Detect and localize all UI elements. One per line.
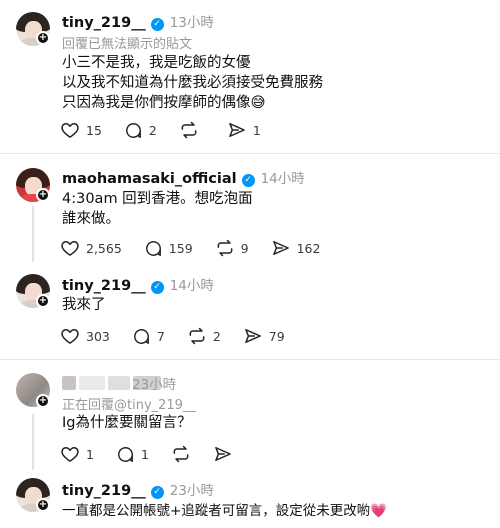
- like-count: 2,565: [86, 240, 122, 256]
- post-text: Ig為什麼要關留言？: [62, 415, 192, 431]
- heart-icon: [60, 120, 80, 140]
- username-text[interactable]: tiny_219__: [62, 483, 146, 499]
- comment-count: 7: [156, 328, 165, 344]
- share-button[interactable]: 162: [271, 238, 321, 258]
- heart-icon: [60, 444, 80, 464]
- repost-count: 2: [212, 328, 221, 344]
- thread-post: + tiny_219__ ✓ 13小時 回覆已無法顯示的貼文 小三不是我，我是吃飯的…: [0, 0, 500, 155]
- comment-button[interactable]: 2: [124, 121, 157, 140]
- comment-icon: [124, 121, 143, 140]
- timestamp: 23小時: [169, 483, 214, 499]
- thread-post: + tiny_219__ ✓ 23小時 一直都是公開帳號+追蹤者可留言，設定從未更改…: [0, 472, 500, 528]
- thread-line: [32, 414, 34, 470]
- repost-icon: [187, 326, 207, 346]
- repost-button[interactable]: [171, 444, 191, 464]
- reply-context: 正在回覆@tiny_219__: [62, 398, 196, 413]
- username[interactable]: tiny_219__ ✓ 23小時: [62, 479, 214, 499]
- comment-count: 159: [168, 240, 193, 256]
- comment-button[interactable]: 159: [144, 239, 193, 258]
- comment-button[interactable]: 7: [132, 327, 165, 346]
- share-button[interactable]: 1: [227, 120, 261, 140]
- heart-icon: [60, 326, 80, 346]
- timestamp: 13小時: [169, 15, 214, 31]
- username[interactable]: tiny_219__ ✓ 13小時: [62, 11, 214, 31]
- like-count: 303: [86, 328, 110, 344]
- post-actions: 303 7 2 79: [60, 326, 307, 346]
- username-text[interactable]: tiny_219__: [62, 15, 146, 31]
- post-text: 小三不是我，我是吃飯的女優 以及我不知道為什麼我必須接受免費服務 只因為我是你們…: [62, 55, 323, 111]
- plus-icon[interactable]: +: [36, 188, 50, 202]
- reply-context: 回覆已無法顯示的貼文: [62, 37, 193, 52]
- like-count: 15: [86, 122, 102, 138]
- verified-check-icon: ✓: [150, 486, 164, 499]
- send-icon: [243, 326, 263, 346]
- comment-count: 2: [148, 122, 157, 138]
- plus-icon[interactable]: +: [36, 294, 50, 308]
- comment-icon: [116, 445, 135, 464]
- post-text: 4:30am 回到香港。想吃泡面 誰來做。: [62, 191, 253, 227]
- verified-check-icon: ✓: [241, 174, 255, 187]
- plus-icon[interactable]: +: [36, 498, 50, 512]
- username-text[interactable]: tiny_219__: [62, 278, 146, 294]
- post-text: 一直都是公開帳號+追蹤者可留言，設定從未更改喲💗: [62, 503, 388, 519]
- thread-line: [32, 206, 34, 262]
- repost-icon: [179, 120, 199, 140]
- verified-check-icon: ✓: [150, 281, 164, 294]
- share-count: 1: [252, 122, 261, 138]
- username[interactable]: tiny_219__ ✓ 14小時: [62, 274, 214, 294]
- timestamp: 14小時: [260, 171, 305, 187]
- post-text: 我來了: [62, 297, 106, 313]
- share-count: 162: [296, 240, 321, 256]
- send-icon: [271, 238, 291, 258]
- verified-check-icon: ✓: [150, 18, 164, 31]
- repost-icon: [215, 238, 235, 258]
- comment-icon: [144, 239, 163, 258]
- timestamp: 23小時: [132, 377, 177, 393]
- plus-icon[interactable]: +: [36, 394, 50, 408]
- comment-count: 1: [140, 446, 149, 462]
- share-button[interactable]: 79: [243, 326, 285, 346]
- like-count: 1: [86, 446, 94, 462]
- send-icon: [227, 120, 247, 140]
- repost-button[interactable]: 2: [187, 326, 221, 346]
- username-text[interactable]: maohamasaki_official: [62, 171, 237, 187]
- post-actions: 1 1: [60, 444, 255, 464]
- comment-icon: [132, 327, 151, 346]
- post-actions: 15 2 1: [60, 120, 283, 140]
- like-button[interactable]: 303: [60, 326, 110, 346]
- heart-icon: [60, 238, 80, 258]
- repost-button[interactable]: 9: [215, 238, 249, 258]
- plus-icon[interactable]: +: [36, 31, 50, 45]
- repost-icon: [171, 444, 191, 464]
- post-actions: 2,565 159 9 162: [60, 238, 342, 258]
- like-button[interactable]: 2,565: [60, 238, 122, 258]
- share-button[interactable]: [213, 444, 233, 464]
- thread-post: + 23小時 正在回覆@tiny_219__ Ig為什麼要關留言？ 1 1: [0, 360, 500, 470]
- thread-post: + maohamasaki_official ✓ 14小時 4:30am 回到香港。…: [0, 154, 500, 264]
- repost-button[interactable]: [179, 120, 205, 140]
- send-icon: [213, 444, 233, 464]
- timestamp: 14小時: [169, 278, 214, 294]
- like-button[interactable]: 1: [60, 444, 94, 464]
- share-count: 79: [268, 328, 285, 344]
- like-button[interactable]: 15: [60, 120, 102, 140]
- username[interactable]: maohamasaki_official ✓ 14小時: [62, 167, 305, 187]
- repost-count: 9: [240, 240, 249, 256]
- thread-post: + tiny_219__ ✓ 14小時 我來了 303 7 2 79: [0, 264, 500, 359]
- comment-button[interactable]: 1: [116, 445, 149, 464]
